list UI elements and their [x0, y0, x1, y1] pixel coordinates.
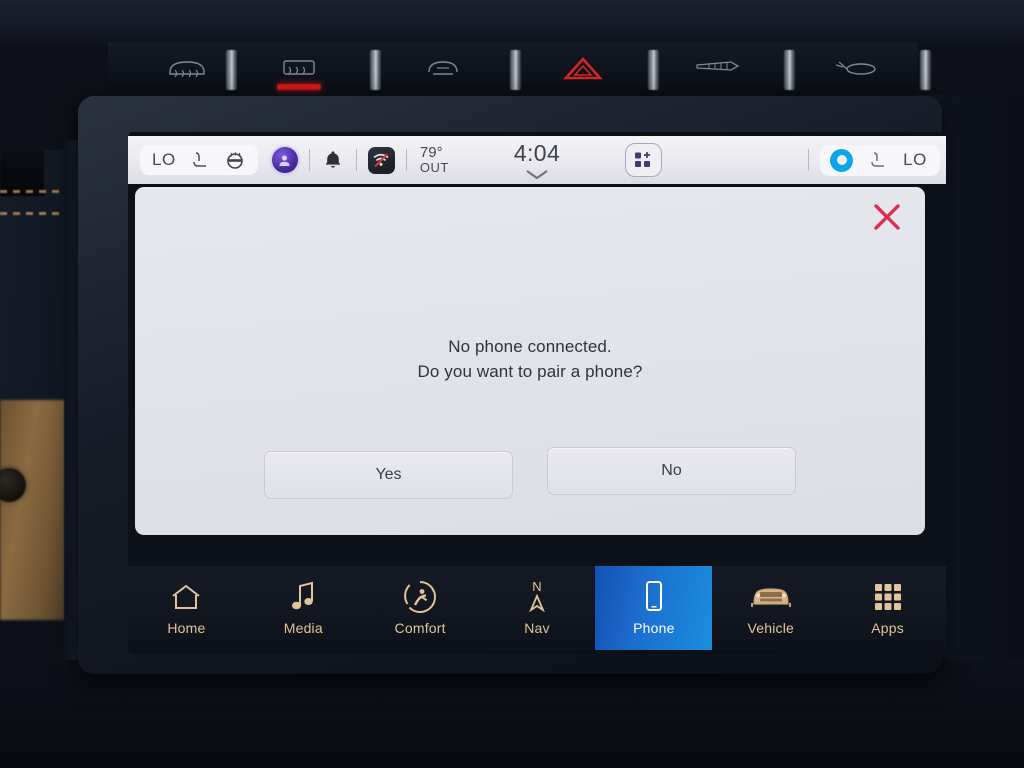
chrome-divider-1 — [226, 50, 237, 90]
passenger-heated-seat-icon[interactable] — [867, 149, 889, 171]
yes-button[interactable]: Yes — [264, 451, 513, 499]
dialog-message: No phone connected. Do you want to pair … — [418, 335, 643, 384]
heated-steering-wheel-icon[interactable] — [224, 149, 246, 171]
rear-defrost-active-indicator — [277, 84, 321, 90]
music-note-icon — [289, 580, 317, 614]
hazard-lights-button[interactable] — [540, 50, 626, 86]
compass-north-letter: N — [532, 579, 542, 594]
fan-speed-button[interactable] — [676, 50, 762, 86]
dialog-message-line1: No phone connected. — [448, 337, 612, 356]
no-button[interactable]: No — [547, 447, 796, 495]
nav-label-apps: Apps — [871, 620, 904, 636]
comfort-seat-icon — [402, 580, 438, 614]
driver-temp-value: LO — [152, 150, 176, 169]
status-divider-1 — [308, 149, 310, 171]
wood-trim-panel — [0, 400, 70, 620]
car-interior-scene: LO 79° OUT 4:04 LO No phone connected. D… — [0, 0, 1024, 768]
passenger-climate-pill[interactable]: LO — [820, 144, 940, 176]
user-profile-icon[interactable] — [271, 147, 298, 173]
wifi-off-icon[interactable] — [367, 146, 395, 174]
content-area: No phone connected. Do you want to pair … — [128, 184, 946, 566]
dialog-message-line2: Do you want to pair a phone? — [417, 361, 643, 381]
nav-label-home: Home — [167, 620, 206, 636]
dialog-button-row: Yes No — [135, 447, 925, 499]
pair-phone-dialog: No phone connected. Do you want to pair … — [135, 187, 925, 535]
outside-temperature: 79° OUT — [419, 143, 449, 176]
bell-icon[interactable] — [321, 148, 345, 172]
nav-label-phone: Phone — [633, 620, 675, 636]
nav-item-vehicle[interactable]: Vehicle — [712, 566, 829, 650]
rear-defrost-button[interactable] — [256, 50, 342, 90]
passenger-temp-value: LO — [903, 150, 927, 169]
apps-grid-icon — [872, 580, 904, 614]
nav-label-comfort: Comfort — [394, 620, 446, 636]
chrome-divider-3 — [510, 50, 521, 90]
home-icon — [169, 580, 203, 614]
voice-assistant-icon[interactable] — [830, 148, 854, 172]
status-divider-3 — [405, 149, 407, 171]
nav-label-vehicle: Vehicle — [747, 620, 794, 636]
nav-item-nav[interactable]: N Nav — [479, 566, 596, 650]
leather-stitching-upper — [0, 190, 72, 193]
phone-icon — [642, 580, 666, 614]
front-defrost-off-button[interactable] — [144, 50, 230, 86]
chevron-down-icon[interactable] — [522, 168, 552, 181]
nav-label-nav: Nav — [524, 620, 550, 636]
front-defrost-icon — [169, 61, 205, 78]
chrome-divider-4 — [648, 50, 659, 90]
status-bar: LO 79° OUT 4:04 LO — [128, 136, 946, 184]
nav-item-media[interactable]: Media — [245, 566, 362, 650]
nav-item-comfort[interactable]: Comfort — [362, 566, 479, 650]
outside-temp-label: OUT — [419, 160, 449, 176]
chrome-divider-5 — [784, 50, 795, 90]
leather-stitching-lower — [0, 212, 72, 215]
dashboard-lower-panel — [0, 660, 1024, 768]
fan-airflow-icon — [696, 61, 740, 71]
heated-seat-icon[interactable] — [189, 149, 211, 171]
hazard-triangle-icon — [563, 57, 603, 80]
outside-temp-value: 79° — [419, 143, 443, 161]
infotainment-screen: LO 79° OUT 4:04 LO No phone connected. D… — [128, 136, 946, 650]
close-icon[interactable] — [871, 201, 903, 233]
car-front-icon — [748, 580, 794, 614]
nav-item-apps[interactable]: Apps — [829, 566, 946, 650]
status-divider-4 — [808, 149, 810, 171]
status-divider-2 — [355, 149, 357, 171]
bottom-navigation-bar: Home Media Comfort N Nav Phone Vehicle A… — [128, 566, 946, 650]
compass-north-icon: N — [526, 580, 548, 614]
wiper-washer-icon — [835, 61, 876, 75]
infotainment-bezel: LO 79° OUT 4:04 LO No phone connected. D… — [78, 96, 952, 674]
grid-add-icon[interactable] — [625, 143, 662, 177]
hvac-physical-button-row — [108, 42, 931, 94]
chrome-divider-2 — [370, 50, 381, 90]
nav-label-media: Media — [283, 620, 323, 636]
driver-climate-pill[interactable]: LO — [140, 145, 258, 175]
chrome-divider-6 — [920, 50, 931, 90]
windshield-wiper-button[interactable] — [814, 50, 900, 86]
recirculation-button[interactable] — [400, 50, 486, 86]
rear-defrost-icon — [283, 60, 315, 75]
nav-item-phone[interactable]: Phone — [595, 566, 713, 650]
nav-item-home[interactable]: Home — [128, 566, 245, 650]
clock[interactable]: 4:04 — [514, 140, 560, 167]
recirculation-icon — [428, 61, 458, 75]
dashboard-top-trim — [0, 0, 1024, 46]
